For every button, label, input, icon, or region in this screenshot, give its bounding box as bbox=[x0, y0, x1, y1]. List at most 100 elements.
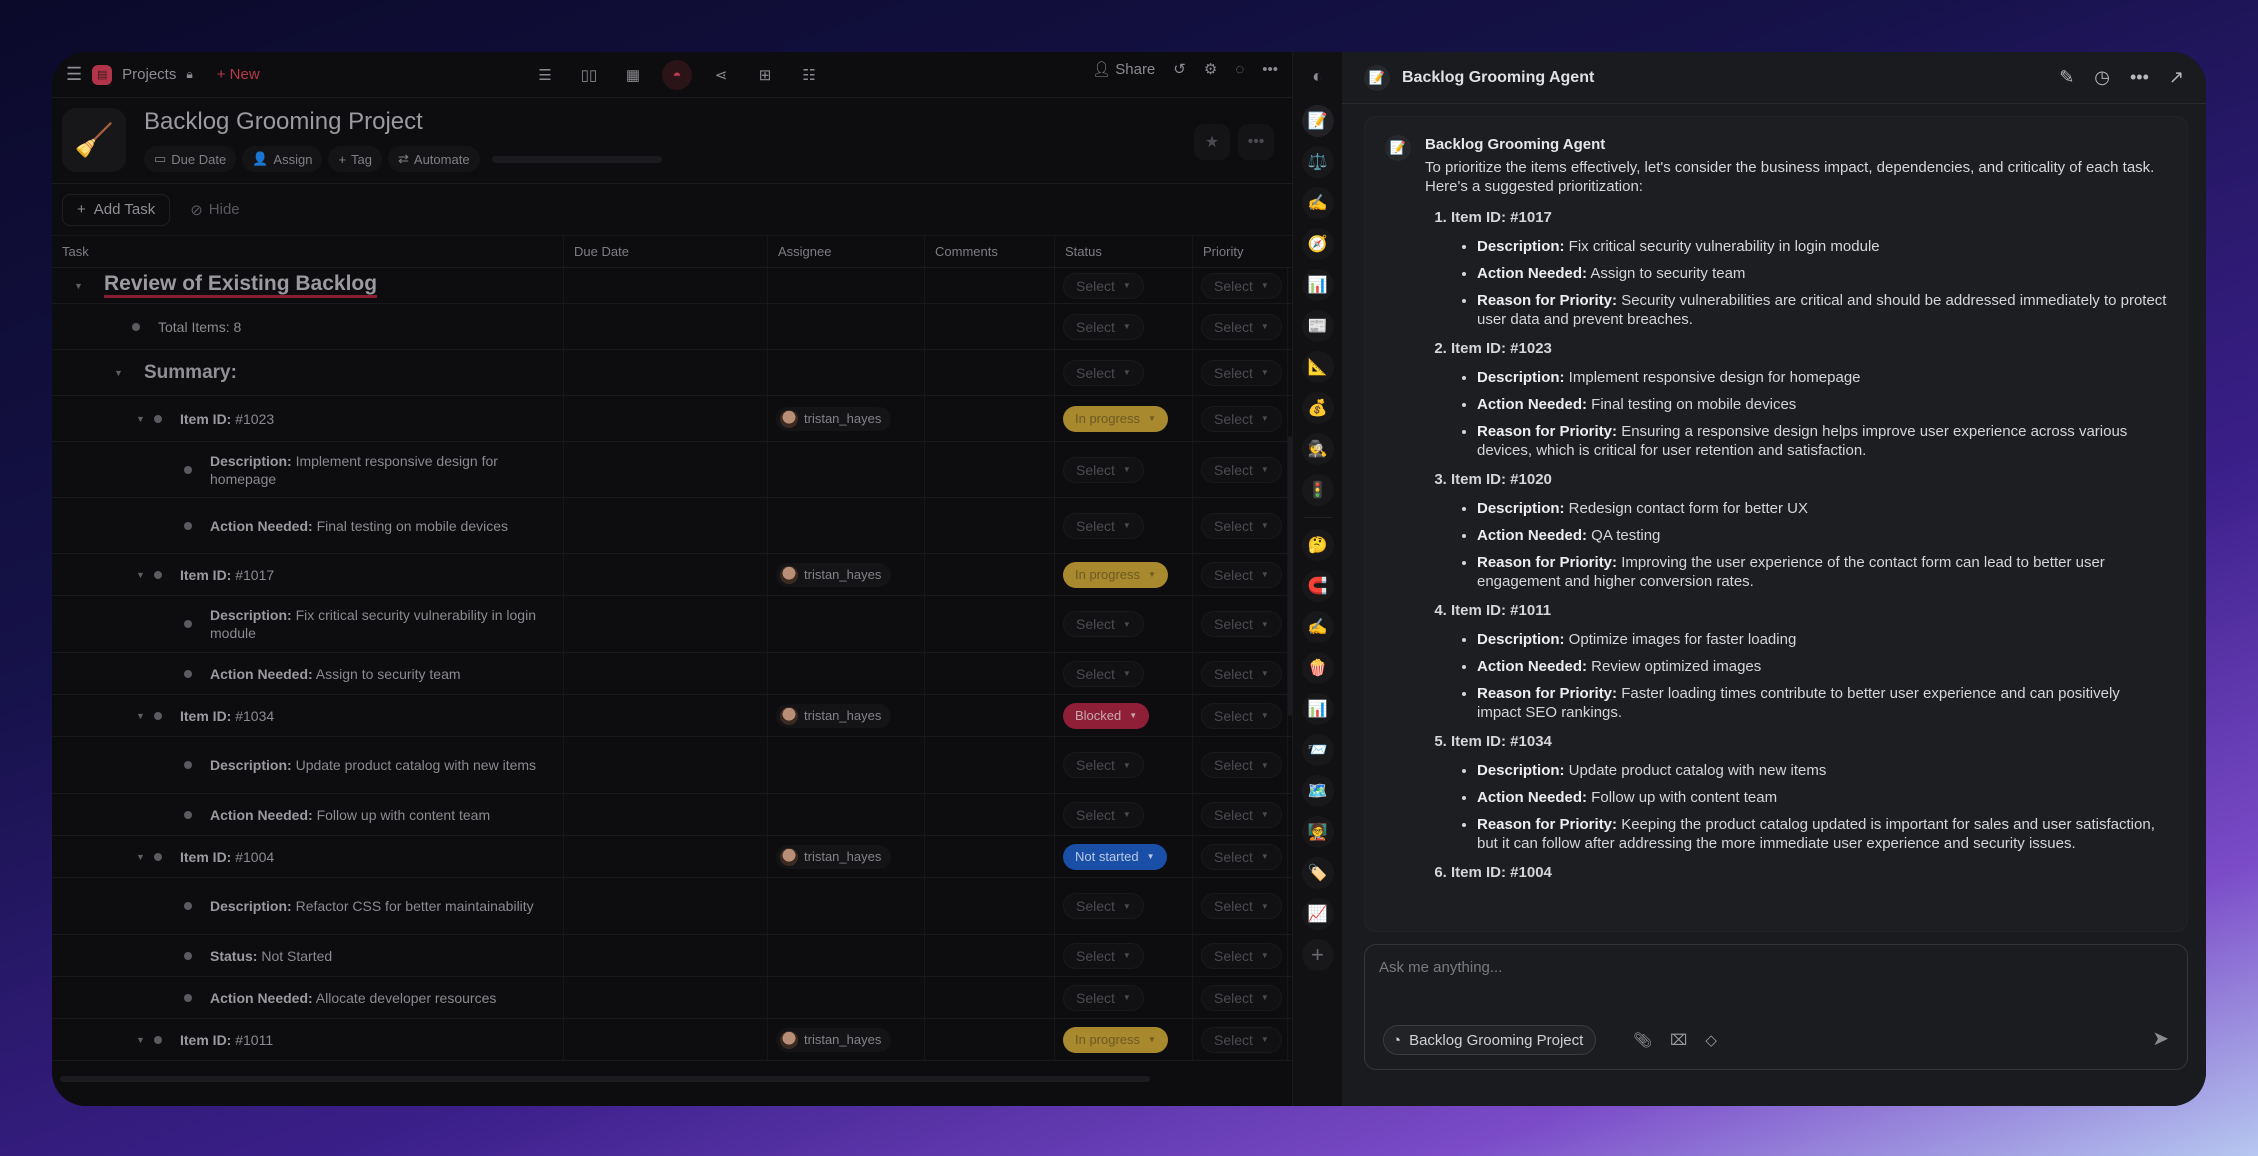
task-text[interactable]: Item ID: #1023 bbox=[180, 410, 274, 428]
more-icon[interactable]: ••• bbox=[2130, 67, 2149, 88]
table-row[interactable]: Description: Fix critical security vulne… bbox=[52, 596, 1292, 653]
task-cell[interactable]: ▼ Summary: bbox=[52, 350, 564, 395]
status-badge[interactable]: In progress ▼ bbox=[1063, 561, 1168, 588]
agent-teacher-icon[interactable]: 🧑‍🏫 bbox=[1301, 816, 1334, 848]
agent-traffic-light-icon[interactable]: 🚦 bbox=[1301, 474, 1334, 506]
priority-select[interactable]: Select ▼ bbox=[1201, 752, 1282, 778]
task-cell[interactable]: Action Needed: Follow up with content te… bbox=[52, 794, 564, 835]
table-row[interactable]: ▼ Item ID: #1004 tristan_hayes Not started ▼… bbox=[52, 836, 1292, 878]
projects-link[interactable]: Projects bbox=[122, 66, 176, 83]
collapse-caret-icon[interactable]: ▼ bbox=[136, 711, 146, 721]
task-text[interactable]: Item ID: #1017 bbox=[180, 566, 274, 584]
table-row[interactable]: ▼ Review of Existing Backlog Select ▼ Select… bbox=[52, 268, 1292, 304]
priority-select[interactable]: Select ▼ bbox=[1201, 405, 1282, 432]
assignee-chip[interactable]: tristan_hayes bbox=[776, 844, 892, 869]
task-cell[interactable]: ▼ Item ID: #1034 bbox=[52, 695, 564, 736]
status-select[interactable]: Select ▼ bbox=[1063, 313, 1144, 340]
status-select[interactable]: Select ▼ bbox=[1063, 752, 1144, 778]
priority-select[interactable]: Select ▼ bbox=[1201, 272, 1282, 299]
due-date-cell[interactable] bbox=[564, 1019, 768, 1060]
slash-command-icon[interactable]: ⌧ bbox=[1670, 1031, 1687, 1049]
due-date-cell[interactable] bbox=[564, 935, 768, 976]
task-text[interactable]: Item ID: #1004 bbox=[180, 848, 274, 866]
assignee-cell[interactable] bbox=[768, 737, 925, 793]
due-date-cell[interactable] bbox=[564, 442, 768, 497]
table-row[interactable]: Status: Not Started Select ▼ Select ▼ bbox=[52, 935, 1292, 977]
status-select[interactable]: Select ▼ bbox=[1063, 893, 1144, 919]
agent-bar-chart-icon[interactable]: 📊 bbox=[1301, 693, 1334, 725]
status-select[interactable]: Select ▼ bbox=[1063, 660, 1144, 687]
assignee-cell[interactable] bbox=[768, 304, 925, 349]
priority-select[interactable]: Select ▼ bbox=[1201, 456, 1282, 483]
history-icon[interactable]: ◷ bbox=[2094, 67, 2110, 88]
more-options-icon[interactable]: ••• bbox=[1238, 124, 1274, 160]
comments-cell[interactable] bbox=[925, 442, 1055, 497]
open-external-icon[interactable]: ↗ bbox=[2169, 67, 2184, 88]
due-date-cell[interactable] bbox=[564, 737, 768, 793]
table-row[interactable]: ▼ Item ID: #1011 tristan_hayes In progress ▼… bbox=[52, 1019, 1292, 1061]
agent-envelope-icon[interactable]: 📨 bbox=[1301, 734, 1334, 766]
priority-select[interactable]: Select ▼ bbox=[1201, 561, 1282, 588]
due-date-cell[interactable] bbox=[564, 268, 768, 303]
mindmap-view-icon[interactable]: ⋖ bbox=[706, 60, 736, 90]
priority-select[interactable]: Select ▼ bbox=[1201, 893, 1282, 919]
table-row[interactable]: Description: Implement responsive design… bbox=[52, 442, 1292, 498]
org-view-icon[interactable]: ⊞ bbox=[750, 60, 780, 90]
task-text[interactable]: Action Needed: Follow up with content te… bbox=[210, 806, 490, 824]
due-date-cell[interactable] bbox=[564, 596, 768, 652]
table-row[interactable]: ▼ Summary: Select ▼ Select ▼ bbox=[52, 350, 1292, 396]
gantt-view-icon[interactable]: ☷ bbox=[794, 60, 824, 90]
gear-icon[interactable]: ⚙ bbox=[1204, 60, 1217, 78]
chip-automate[interactable]: ⇄ Automate bbox=[388, 146, 480, 172]
tools-icon[interactable]: ◇ bbox=[1705, 1031, 1717, 1049]
assignee-cell[interactable]: tristan_hayes bbox=[768, 836, 925, 877]
add-agent-icon[interactable]: + bbox=[1301, 939, 1334, 971]
table-row[interactable]: Description: Refactor CSS for better mai… bbox=[52, 878, 1292, 935]
table-view-icon[interactable]: ◓ bbox=[662, 60, 692, 90]
assignee-cell[interactable] bbox=[768, 350, 925, 395]
add-task-button[interactable]: + Add Task bbox=[62, 193, 171, 226]
agent-writing-hand-icon[interactable]: ✍️ bbox=[1301, 611, 1334, 643]
task-cell[interactable]: ▼ Review of Existing Backlog bbox=[52, 268, 564, 303]
status-select[interactable]: Select ▼ bbox=[1063, 984, 1144, 1011]
history-icon[interactable]: ↺ bbox=[1173, 60, 1186, 78]
star-icon[interactable]: ★ bbox=[1194, 124, 1230, 160]
priority-select[interactable]: Select ▼ bbox=[1201, 801, 1282, 828]
agent-chart-increase-icon[interactable]: 📈 bbox=[1301, 898, 1334, 930]
task-text[interactable]: Description: Update product catalog with… bbox=[210, 756, 536, 774]
agent-triangle-ruler-icon[interactable]: 📐 bbox=[1301, 351, 1334, 383]
sidebar-toggle-icon[interactable]: ◐ bbox=[1302, 60, 1334, 92]
task-cell[interactable]: Description: Fix critical security vulne… bbox=[52, 596, 564, 652]
agent-newspaper-icon[interactable]: 📰 bbox=[1301, 310, 1334, 342]
hide-button[interactable]: ⊘ Hide bbox=[182, 201, 247, 219]
due-date-cell[interactable] bbox=[564, 836, 768, 877]
task-cell[interactable]: Action Needed: Assign to security team bbox=[52, 653, 564, 694]
priority-select[interactable]: Select ▼ bbox=[1201, 660, 1282, 687]
priority-select[interactable]: Select ▼ bbox=[1201, 1026, 1282, 1053]
assignee-cell[interactable] bbox=[768, 498, 925, 553]
comments-cell[interactable] bbox=[925, 737, 1055, 793]
comments-cell[interactable] bbox=[925, 794, 1055, 835]
project-icon[interactable]: 🧹 bbox=[62, 108, 126, 172]
task-text[interactable]: Item ID: #1011 bbox=[180, 1031, 273, 1049]
more-icon[interactable]: ••• bbox=[1262, 61, 1278, 78]
status-select[interactable]: Select ▼ bbox=[1063, 942, 1144, 969]
due-date-cell[interactable] bbox=[564, 878, 768, 934]
status-select[interactable]: Select ▼ bbox=[1063, 512, 1144, 539]
agent-label-tag-icon[interactable]: 🏷️ bbox=[1301, 857, 1334, 889]
assignee-cell[interactable] bbox=[768, 653, 925, 694]
chip-due-date[interactable]: ▭ Due Date bbox=[144, 146, 237, 172]
status-badge[interactable]: Blocked ▼ bbox=[1063, 702, 1150, 729]
comments-cell[interactable] bbox=[925, 268, 1055, 303]
status-select[interactable]: Select ▼ bbox=[1063, 456, 1144, 483]
agent-magnet-icon[interactable]: 🧲 bbox=[1301, 570, 1334, 602]
assignee-cell[interactable]: tristan_hayes bbox=[768, 1019, 925, 1060]
status-badge[interactable]: In progress ▼ bbox=[1063, 405, 1168, 432]
priority-select[interactable]: Select ▼ bbox=[1201, 512, 1282, 539]
task-text[interactable]: Description: Refactor CSS for better mai… bbox=[210, 897, 534, 915]
comments-cell[interactable] bbox=[925, 396, 1055, 441]
new-button[interactable]: + New bbox=[217, 66, 260, 83]
task-cell[interactable]: ▼ Item ID: #1004 bbox=[52, 836, 564, 877]
priority-select[interactable]: Select ▼ bbox=[1201, 313, 1282, 340]
table-row[interactable]: ▼ Item ID: #1034 tristan_hayes Blocked ▼ Sele… bbox=[52, 695, 1292, 737]
